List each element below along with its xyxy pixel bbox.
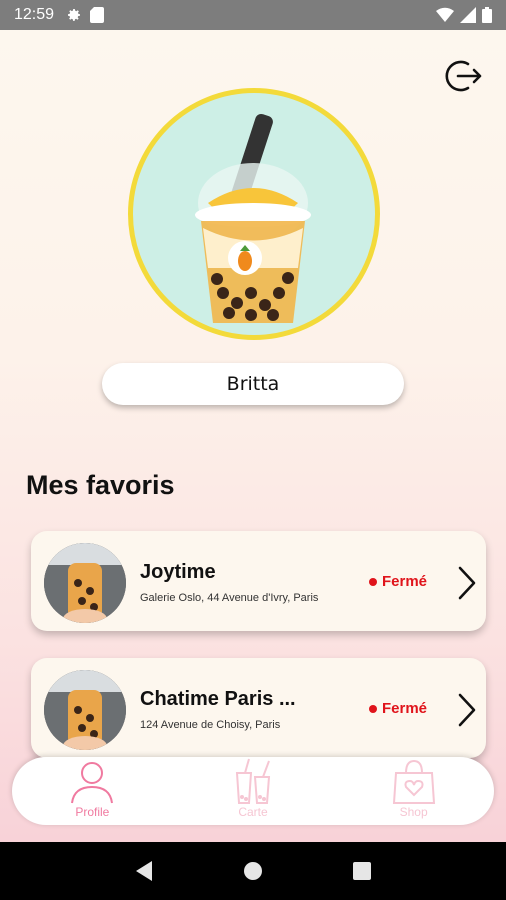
nav-shop[interactable]: Shop xyxy=(359,757,469,819)
status-dot xyxy=(369,577,377,586)
shop-address: Galerie Oslo, 44 Avenue d'Ivry, Paris xyxy=(140,592,319,604)
username-text: Britta xyxy=(226,373,280,395)
nav-shop-label: Shop xyxy=(399,805,428,819)
status-time: 12:59 xyxy=(14,6,55,23)
status-badge: Fermé xyxy=(369,573,427,590)
nav-profile[interactable]: Profile xyxy=(37,757,147,819)
settings-icon xyxy=(68,9,81,21)
bottom-nav: Profile Carte Shop xyxy=(12,757,494,825)
sd-card-icon xyxy=(90,7,105,23)
battery-icon xyxy=(482,7,492,23)
wifi-icon xyxy=(436,7,454,23)
nav-map[interactable]: Carte xyxy=(198,757,308,819)
back-icon[interactable] xyxy=(134,860,154,882)
favorites-title: Mes favoris xyxy=(26,470,175,500)
home-icon[interactable] xyxy=(242,860,264,882)
status-dot xyxy=(369,704,377,713)
signal-icon xyxy=(460,7,476,23)
bubble-tea-illustration xyxy=(195,113,311,323)
favorite-card[interactable]: Joytime Galerie Oslo, 44 Avenue d'Ivry, … xyxy=(31,531,486,631)
logout-icon[interactable] xyxy=(444,56,484,96)
status-badge: Fermé xyxy=(369,700,427,717)
username-field[interactable]: Britta xyxy=(102,363,404,405)
bubble-tea-icon xyxy=(235,758,271,804)
favorite-card[interactable]: Chatime Paris ... 124 Avenue de Choisy, … xyxy=(31,658,486,758)
shop-address: 124 Avenue de Choisy, Paris xyxy=(140,719,281,731)
status-bar: 12:59 xyxy=(0,0,506,30)
recents-icon[interactable] xyxy=(352,861,372,881)
shop-thumbnail xyxy=(44,670,126,750)
nav-profile-label: Profile xyxy=(75,805,110,819)
chevron-right-icon[interactable] xyxy=(456,692,478,728)
shop-name: Chatime Paris ... xyxy=(140,688,296,710)
chevron-right-icon[interactable] xyxy=(456,565,478,601)
profile-avatar[interactable] xyxy=(128,88,380,340)
nav-map-label: Carte xyxy=(238,805,268,819)
android-nav-bar xyxy=(0,842,506,900)
status-text: Fermé xyxy=(382,573,428,590)
person-icon xyxy=(71,762,114,804)
shopping-bag-icon xyxy=(392,759,435,804)
shop-thumbnail xyxy=(44,543,126,623)
shop-name: Joytime xyxy=(140,561,216,583)
profile-screen: Britta Mes favoris Joytime Galerie Oslo,… xyxy=(0,30,506,842)
status-text: Fermé xyxy=(382,700,428,717)
